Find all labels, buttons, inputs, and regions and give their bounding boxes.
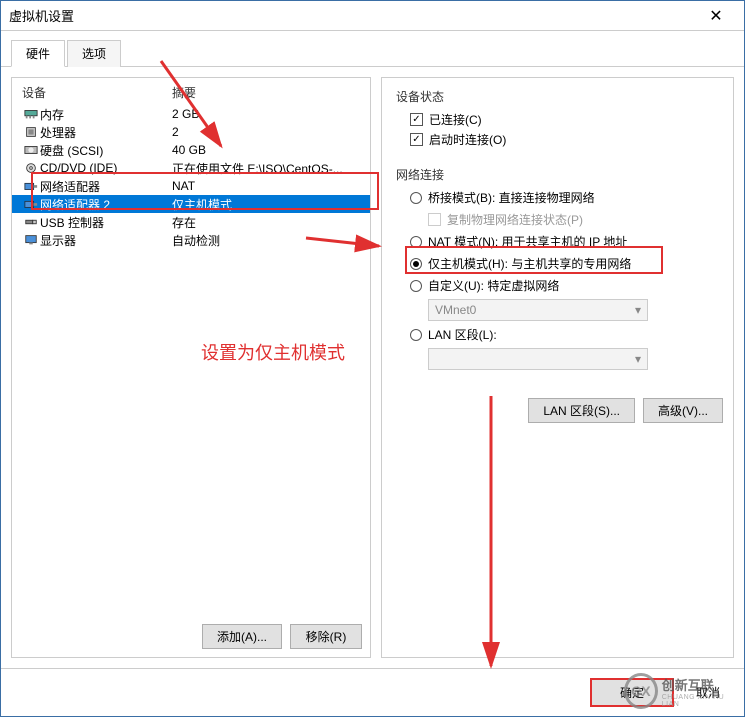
radio-custom[interactable]: 自定义(U): 特定虚拟网络 (410, 277, 719, 294)
usb-icon (22, 216, 40, 228)
radio-nat-label: NAT 模式(N): 用于共享主机的 IP 地址 (428, 233, 627, 250)
device-row[interactable]: 硬盘 (SCSI)40 GB (12, 141, 370, 159)
device-row[interactable]: 网络适配器 2仅主机模式 (12, 195, 370, 213)
lan-segments-button[interactable]: LAN 区段(S)... (528, 398, 635, 423)
device-name: 处理器 (40, 124, 172, 141)
chk-replicate: 复制物理网络连接状态(P) (428, 211, 719, 228)
device-summary: 存在 (172, 214, 360, 231)
col-device: 设备 (22, 84, 172, 101)
device-summary: NAT (172, 179, 360, 193)
footer: 确定 取消 (1, 668, 744, 716)
device-summary: 正在使用文件 E:\ISO\CentOS-... (172, 160, 360, 177)
tab-options[interactable]: 选项 (67, 40, 121, 67)
device-summary: 2 GB (172, 107, 360, 121)
titlebar: 虚拟机设置 ✕ (1, 1, 744, 31)
group-title-status: 设备状态 (396, 88, 719, 105)
remove-button[interactable]: 移除(R) (290, 624, 362, 649)
disk-icon (22, 144, 40, 156)
device-row[interactable]: 内存2 GB (12, 105, 370, 123)
device-row[interactable]: 显示器自动检测 (12, 231, 370, 249)
radio-custom-label: 自定义(U): 特定虚拟网络 (428, 277, 559, 294)
right-buttons: LAN 区段(S)... 高级(V)... (528, 398, 723, 423)
radio-lanseg-label: LAN 区段(L): (428, 326, 497, 343)
advanced-button[interactable]: 高级(V)... (643, 398, 723, 423)
radio-icon (410, 329, 422, 341)
tab-strip: 硬件 选项 (1, 31, 744, 67)
device-name: 网络适配器 (40, 178, 172, 195)
device-summary: 2 (172, 125, 360, 139)
radio-icon (410, 280, 422, 292)
ok-button[interactable]: 确定 (590, 678, 674, 707)
left-buttons: 添加(A)... 移除(R) (12, 616, 370, 657)
cpu-icon (22, 126, 40, 138)
radio-lanseg[interactable]: LAN 区段(L): (410, 326, 719, 343)
chk-replicate-label: 复制物理网络连接状态(P) (447, 211, 583, 228)
device-name: 内存 (40, 106, 172, 123)
device-name: 硬盘 (SCSI) (40, 142, 172, 159)
chk-connected-label: 已连接(C) (429, 111, 482, 128)
add-button[interactable]: 添加(A)... (202, 624, 282, 649)
content-area: 设备 摘要 内存2 GB处理器2硬盘 (SCSI)40 GBCD/DVD (ID… (1, 67, 744, 668)
radio-icon (410, 192, 422, 204)
device-row[interactable]: USB 控制器存在 (12, 213, 370, 231)
radio-bridge[interactable]: 桥接模式(B): 直接连接物理网络 (410, 189, 719, 206)
radio-icon (410, 236, 422, 248)
close-icon[interactable]: ✕ (696, 2, 736, 30)
device-status-group: 设备状态 ✓ 已连接(C) ✓ 启动时连接(O) (396, 88, 719, 148)
device-name: 网络适配器 2 (40, 196, 172, 213)
device-row[interactable]: 网络适配器NAT (12, 177, 370, 195)
device-row[interactable]: CD/DVD (IDE)正在使用文件 E:\ISO\CentOS-... (12, 159, 370, 177)
chk-connected[interactable]: ✓ 已连接(C) (410, 111, 719, 128)
vm-settings-window: 虚拟机设置 ✕ 硬件 选项 设备 摘要 内存2 GB处理器2硬盘 (SCSI)4… (0, 0, 745, 717)
tab-hardware[interactable]: 硬件 (11, 40, 65, 67)
device-row[interactable]: 处理器2 (12, 123, 370, 141)
device-name: 显示器 (40, 232, 172, 249)
display-icon (22, 234, 40, 246)
device-summary: 40 GB (172, 143, 360, 157)
group-title-network: 网络连接 (396, 166, 719, 183)
network-group: 网络连接 桥接模式(B): 直接连接物理网络 复制物理网络连接状态(P) NAT… (396, 166, 719, 370)
device-pane: 设备 摘要 内存2 GB处理器2硬盘 (SCSI)40 GBCD/DVD (ID… (11, 77, 371, 658)
cancel-button[interactable]: 取消 (686, 680, 730, 705)
radio-hostonly[interactable]: 仅主机模式(H): 与主机共享的专用网络 (410, 255, 719, 272)
device-header: 设备 摘要 (12, 78, 370, 105)
chk-poweron-label: 启动时连接(O) (429, 131, 506, 148)
device-summary: 仅主机模式 (172, 196, 360, 213)
dropdown-lanseg (428, 348, 648, 370)
radio-hostonly-label: 仅主机模式(H): 与主机共享的专用网络 (428, 255, 631, 272)
checkbox-icon: ✓ (410, 133, 423, 146)
device-summary: 自动检测 (172, 232, 360, 249)
dropdown-vmnet: VMnet0 (428, 299, 648, 321)
memory-icon (22, 108, 40, 120)
checkbox-icon: ✓ (410, 113, 423, 126)
col-summary: 摘要 (172, 84, 196, 101)
chk-connect-poweron[interactable]: ✓ 启动时连接(O) (410, 131, 719, 148)
radio-bridge-label: 桥接模式(B): 直接连接物理网络 (428, 189, 595, 206)
nic-icon (22, 180, 40, 192)
cd-icon (22, 162, 40, 174)
device-name: USB 控制器 (40, 214, 172, 231)
annotation-note: 设置为仅主机模式 (201, 339, 345, 365)
checkbox-icon (428, 213, 441, 226)
window-title: 虚拟机设置 (9, 6, 696, 25)
radio-icon (410, 258, 422, 270)
nic-icon (22, 198, 40, 210)
device-name: CD/DVD (IDE) (40, 161, 172, 175)
settings-pane: 设备状态 ✓ 已连接(C) ✓ 启动时连接(O) 网络连接 桥接模式(B): 直… (381, 77, 734, 658)
radio-nat[interactable]: NAT 模式(N): 用于共享主机的 IP 地址 (410, 233, 719, 250)
